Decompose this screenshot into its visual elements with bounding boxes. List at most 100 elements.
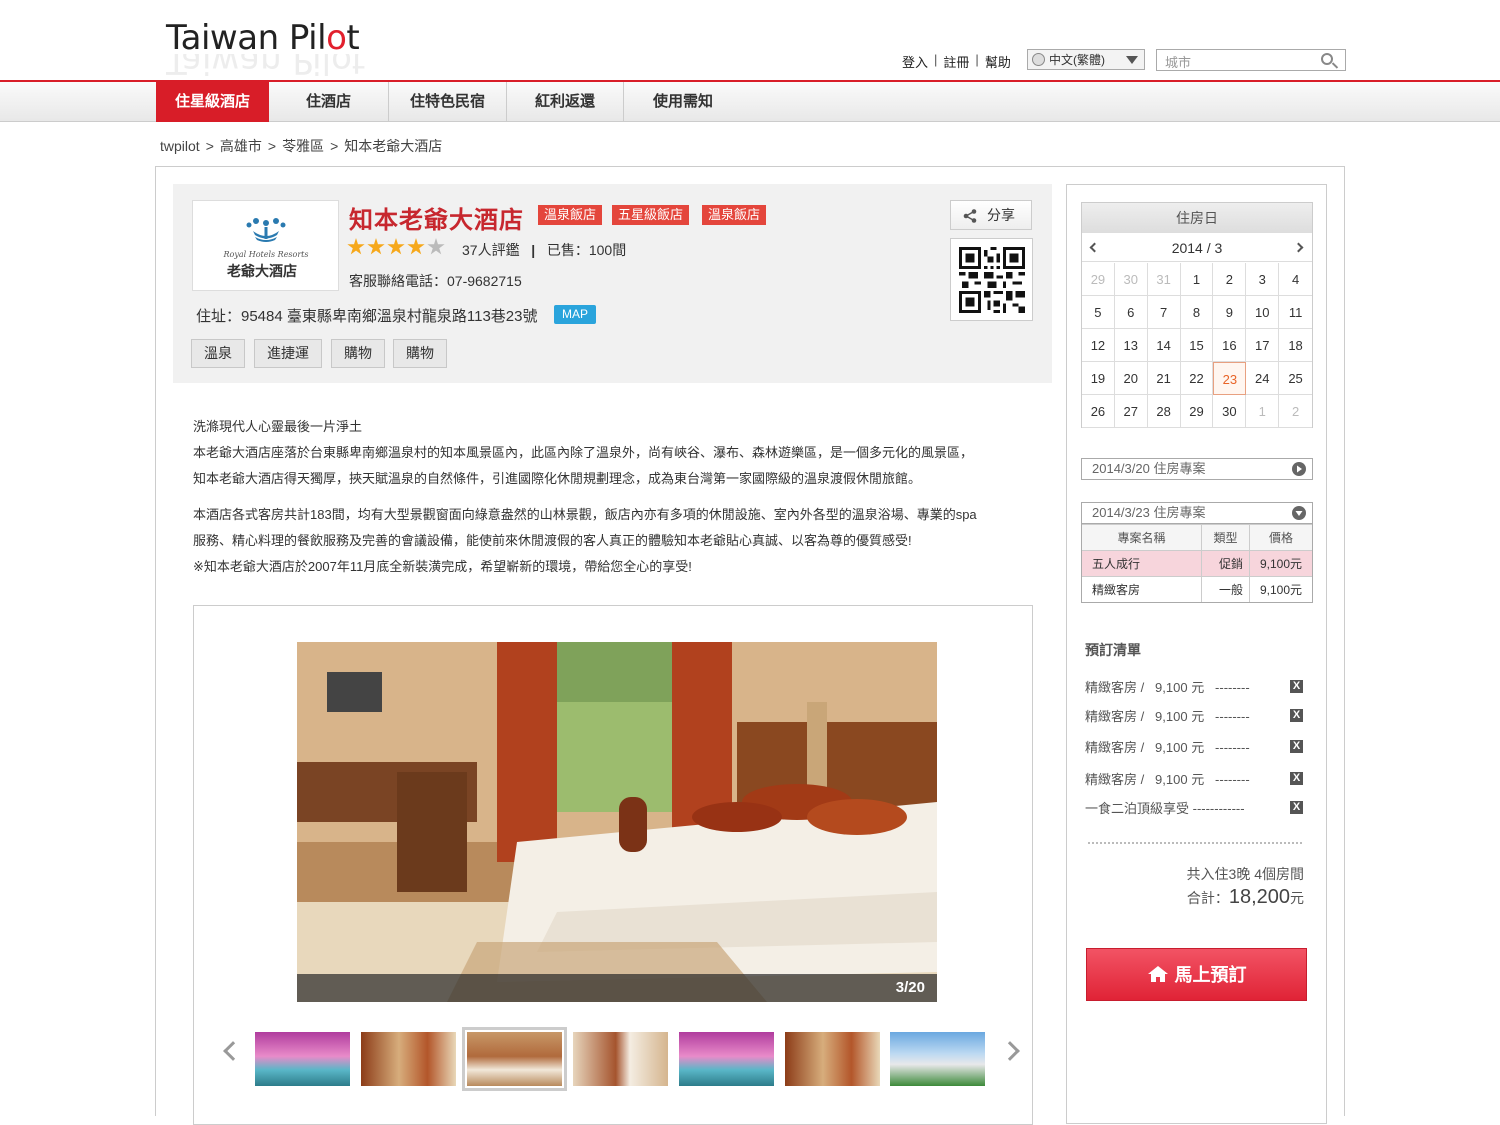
calendar-day[interactable]: 18 <box>1279 329 1312 362</box>
nav-rewards[interactable]: 紅利返還 <box>507 82 624 122</box>
site-logo[interactable]: Taiwan Pilot <box>166 18 360 58</box>
plan-dropdown-2[interactable]: 2014/3/23 住房專案 <box>1081 502 1313 524</box>
calendar-day[interactable]: 3 <box>1246 263 1280 296</box>
calendar-day[interactable]: 23 <box>1213 362 1247 395</box>
calendar-day[interactable]: 1 <box>1180 263 1214 296</box>
share-label: 分享 <box>987 207 1015 223</box>
search-input[interactable]: 城市 <box>1156 49 1346 71</box>
nav-hotels[interactable]: 住酒店 <box>269 82 389 122</box>
calendar-day[interactable]: 2 <box>1279 395 1312 428</box>
booking-item: 一食二泊頂級享受 ------------ <box>1085 801 1245 816</box>
plan-price: 9,100元 <box>1259 583 1303 597</box>
calendar-day[interactable]: 14 <box>1147 329 1181 362</box>
calendar-day[interactable]: 30 <box>1114 263 1148 296</box>
calendar-day[interactable]: 19 <box>1082 362 1115 395</box>
star-icon <box>387 238 405 255</box>
language-select[interactable]: 中文(繁體) <box>1027 49 1145 70</box>
calendar-day[interactable]: 2 <box>1213 263 1247 296</box>
tag-hot-spring-2[interactable]: 溫泉飯店 <box>702 205 767 225</box>
chip-shopping-2[interactable]: 購物 <box>393 339 447 368</box>
plan-label: 2014/3/20 住房專案 <box>1092 461 1206 476</box>
calendar-day[interactable]: 5 <box>1082 296 1115 329</box>
nav-star-hotels[interactable]: 住星級酒店 <box>156 82 269 122</box>
calendar-day[interactable]: 28 <box>1147 395 1181 428</box>
calendar-day[interactable]: 4 <box>1279 263 1312 296</box>
login-link[interactable]: 登入 <box>896 52 934 71</box>
calendar-day[interactable]: 30 <box>1213 395 1247 428</box>
table-row[interactable]: 精緻客房 一般 9,100元 <box>1082 576 1312 602</box>
star-icon <box>407 238 425 255</box>
gallery-thumbnail[interactable] <box>785 1032 880 1086</box>
table-row[interactable]: 五人成行 促銷 9,100元 <box>1082 550 1312 576</box>
booking-list-title: 預訂清單 <box>1085 642 1141 658</box>
plan-dropdown-1[interactable]: 2014/3/20 住房專案 <box>1081 458 1313 480</box>
calendar-day[interactable]: 16 <box>1213 329 1247 362</box>
map-button[interactable]: MAP <box>554 305 597 324</box>
nav-bnb[interactable]: 住特色民宿 <box>389 82 507 122</box>
chip-hot-spring[interactable]: 溫泉 <box>191 339 245 368</box>
calendar-day[interactable]: 10 <box>1246 296 1280 329</box>
calendar-day[interactable]: 20 <box>1114 362 1148 395</box>
register-link[interactable]: 註冊 <box>937 52 975 71</box>
remove-icon[interactable]: X <box>1290 740 1303 753</box>
logo-reflection: Taiwan Pilot <box>166 54 366 76</box>
chip-shopping[interactable]: 購物 <box>331 339 385 368</box>
calendar-day[interactable]: 12 <box>1082 329 1115 362</box>
gallery-thumbnail[interactable] <box>679 1032 774 1086</box>
col-header-name: 專案名稱 <box>1082 525 1202 550</box>
calendar-day[interactable]: 9 <box>1213 296 1247 329</box>
calendar-day[interactable]: 29 <box>1082 263 1115 296</box>
calendar-day[interactable]: 26 <box>1082 395 1115 428</box>
remove-icon[interactable]: X <box>1290 680 1303 693</box>
remove-icon[interactable]: X <box>1290 709 1303 722</box>
calendar-day[interactable]: 1 <box>1246 395 1280 428</box>
calendar-day[interactable]: 8 <box>1180 296 1214 329</box>
calendar-title: 住房日 <box>1082 203 1312 233</box>
gallery-thumbnail[interactable] <box>890 1032 985 1086</box>
top-links: 登入 | 註冊 | 幫助 <box>896 52 1017 71</box>
calendar-day[interactable]: 7 <box>1147 296 1181 329</box>
main-photo[interactable] <box>297 642 937 1002</box>
breadcrumb-district[interactable]: 苓雅區 <box>282 138 324 154</box>
calendar-day[interactable]: 25 <box>1279 362 1312 395</box>
calendar-day[interactable]: 17 <box>1246 329 1280 362</box>
calendar-day[interactable]: 15 <box>1180 329 1214 362</box>
calendar-day[interactable]: 11 <box>1279 296 1312 329</box>
qr-code-icon <box>959 247 1025 313</box>
booking-item: 精緻客房 / 9,100 元 -------- <box>1085 680 1250 695</box>
hotel-address: 住址：95484 臺東縣卑南鄉溫泉村龍泉路113巷23號 <box>196 308 538 325</box>
calendar-day[interactable]: 27 <box>1114 395 1148 428</box>
plan-name: 五人成行 <box>1082 551 1202 576</box>
description-paragraph-2: 本酒店各式客房共計183間，均有大型景觀窗面向綠意盎然的山林景觀，飯店內亦有多項… <box>193 502 1043 580</box>
calendar-day[interactable]: 24 <box>1246 362 1280 395</box>
review-count[interactable]: 37人評鑑 <box>462 242 520 258</box>
gallery-thumbnail[interactable] <box>573 1032 668 1086</box>
description-line: 本酒店各式客房共計183間，均有大型景觀窗面向綠意盎然的山林景觀，飯店內亦有多項… <box>193 507 977 522</box>
tag-five-star[interactable]: 五星級飯店 <box>612 205 690 225</box>
share-button[interactable]: 分享 <box>950 200 1032 230</box>
breadcrumb-city[interactable]: 高雄市 <box>220 138 262 154</box>
remove-icon[interactable]: X <box>1290 801 1303 814</box>
calendar-day[interactable]: 21 <box>1147 362 1181 395</box>
nav-guide[interactable]: 使用需知 <box>624 82 742 122</box>
gallery-thumbnail[interactable] <box>255 1032 350 1086</box>
home-icon <box>1147 966 1168 982</box>
gallery-thumbnail[interactable] <box>361 1032 456 1086</box>
sold-count: 已售：100間 <box>546 242 627 258</box>
breadcrumb-home[interactable]: twpilot <box>160 138 200 154</box>
calendar-day[interactable]: 29 <box>1180 395 1214 428</box>
calendar-day[interactable]: 13 <box>1114 329 1148 362</box>
remove-icon[interactable]: X <box>1290 772 1303 785</box>
calendar-day[interactable]: 22 <box>1180 362 1214 395</box>
total-unit: 元 <box>1290 890 1304 906</box>
help-link[interactable]: 幫助 <box>979 52 1017 71</box>
plan-price: 9,100元 <box>1259 557 1303 571</box>
search-icon[interactable] <box>1321 53 1333 65</box>
tag-hot-spring[interactable]: 溫泉飯店 <box>538 205 603 225</box>
calendar-day[interactable]: 31 <box>1147 263 1181 296</box>
chip-mrt[interactable]: 進捷運 <box>254 339 322 368</box>
star-icon <box>367 238 385 255</box>
book-now-button[interactable]: 馬上預訂 <box>1086 948 1307 1001</box>
gallery-thumbnail[interactable] <box>462 1027 567 1091</box>
calendar-day[interactable]: 6 <box>1114 296 1148 329</box>
